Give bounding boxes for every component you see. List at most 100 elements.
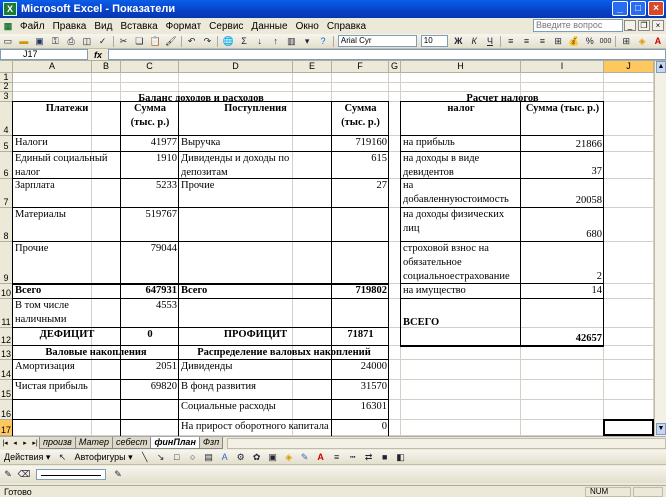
print-icon[interactable]: ⎙: [64, 35, 78, 48]
align-center-icon[interactable]: ≡: [520, 35, 534, 48]
worksheet-grid[interactable]: A B C D E F G H I J 1 2 3 4 5 6 7 8 9 10 11 12 13 14 15 16 17 Балан…: [0, 61, 654, 436]
tax-item-value[interactable]: 2: [521, 242, 604, 284]
distribution-item-name[interactable]: В фонд развития: [179, 380, 332, 400]
font-name-dropdown[interactable]: Arial Cyr: [337, 35, 417, 47]
first-sheet-arrow[interactable]: |◂: [0, 439, 10, 447]
receipt-sum-cell[interactable]: 27: [332, 179, 389, 208]
wordart-icon[interactable]: A: [218, 451, 232, 464]
scroll-up-arrow[interactable]: ▲: [656, 61, 666, 73]
eraser-icon[interactable]: ⌫: [17, 468, 31, 481]
tax-name-header[interactable]: налог: [401, 102, 521, 136]
hyperlink-icon[interactable]: 🌐: [221, 35, 235, 48]
receipts-total-label[interactable]: Всего: [179, 284, 332, 299]
maximize-button[interactable]: □: [630, 1, 646, 16]
line-icon[interactable]: ╲: [138, 451, 152, 464]
surplus-label[interactable]: ПРОФИЦИТ: [179, 328, 332, 346]
taxes-total-label[interactable]: ВСЕГО: [401, 299, 521, 346]
distribution-item-value[interactable]: 24000: [332, 360, 389, 380]
new-icon[interactable]: ▭: [1, 35, 15, 48]
payments-total-value[interactable]: 647931: [121, 284, 179, 299]
payments-total-label[interactable]: Всего: [13, 284, 121, 299]
receipt-name-cell[interactable]: Дивиденды и доходы по депозитам: [179, 152, 332, 179]
align-right-icon[interactable]: ≡: [535, 35, 549, 48]
gross-accumulation-title[interactable]: Валовые накопления: [13, 346, 179, 360]
3d-icon[interactable]: ◧: [394, 451, 408, 464]
name-box[interactable]: J17: [0, 49, 88, 60]
tax-item-value[interactable]: 680: [521, 208, 604, 242]
tax-sum-header[interactable]: Сумма (тыс. р.): [521, 102, 604, 136]
distribution-item-name[interactable]: Дивиденды: [179, 360, 332, 380]
select-objects-icon[interactable]: ↖: [55, 451, 69, 464]
payment-name-cell[interactable]: Материалы: [13, 208, 121, 242]
copy-icon[interactable]: ❏: [132, 35, 146, 48]
payment-sum-cell[interactable]: 519767: [121, 208, 179, 242]
minimize-button[interactable]: _: [612, 1, 628, 16]
tax-item-value[interactable]: 20058: [521, 179, 604, 208]
sheet-tab-mater[interactable]: Матер: [74, 437, 113, 449]
paste-icon[interactable]: 📋: [148, 35, 162, 48]
italic-button[interactable]: К: [467, 35, 481, 48]
column-header-c[interactable]: C: [121, 61, 179, 73]
tax-item-name[interactable]: на прибыль: [401, 136, 521, 152]
column-header-a[interactable]: A: [13, 61, 92, 73]
permission-icon[interactable]: ⚿: [48, 35, 62, 48]
gross-item-name[interactable]: Амортизация: [13, 360, 121, 380]
format-painter-icon[interactable]: 🖌: [164, 35, 178, 48]
distribution-title[interactable]: Распределение валовых накоплений: [179, 346, 389, 360]
insert-function-icon[interactable]: fx: [94, 50, 102, 60]
line-color-icon[interactable]: ✎: [298, 451, 312, 464]
menu-tools[interactable]: Сервис: [205, 21, 247, 32]
picture-icon[interactable]: ▣: [266, 451, 280, 464]
column-header-f[interactable]: F: [332, 61, 389, 73]
gross-item-value[interactable]: 69820: [121, 380, 179, 400]
sheet-tab-fzp[interactable]: Фзп: [198, 437, 224, 449]
save-icon[interactable]: ▣: [33, 35, 47, 48]
receipt-sum-cell[interactable]: 615: [332, 152, 389, 179]
vertical-scrollbar[interactable]: ▲ ▼: [654, 61, 666, 436]
merge-center-icon[interactable]: ⊞: [551, 35, 565, 48]
cut-icon[interactable]: ✂: [117, 35, 131, 48]
borders-icon[interactable]: ⊞: [619, 35, 633, 48]
menu-data[interactable]: Данные: [247, 21, 291, 32]
close-button[interactable]: ×: [648, 1, 664, 16]
tax-item-value[interactable]: 14: [521, 284, 604, 299]
receipts-total-value[interactable]: 719802: [332, 284, 389, 299]
oval-icon[interactable]: ○: [186, 451, 200, 464]
payment-name-cell[interactable]: Единый социальный налог: [13, 152, 121, 179]
tax-item-name[interactable]: строховой взнос на обязательное социальн…: [401, 242, 521, 284]
draw-fill-color-icon[interactable]: ◈: [282, 451, 296, 464]
cash-included-value[interactable]: 4553: [121, 299, 179, 328]
payment-sum-cell[interactable]: 5233: [121, 179, 179, 208]
scroll-down-arrow[interactable]: ▼: [656, 423, 666, 435]
payments-header[interactable]: Платежи: [13, 102, 121, 136]
diagram-icon[interactable]: ⚙: [234, 451, 248, 464]
receipt-name-cell[interactable]: Прочие: [179, 179, 332, 208]
gross-item-name[interactable]: Чистая прибыль: [13, 380, 121, 400]
distribution-item-name[interactable]: Социальные расходы: [179, 400, 332, 420]
receipts-header[interactable]: Поступления: [179, 102, 332, 136]
payments-sum-header[interactable]: Сумма (тыс. р.): [121, 102, 179, 136]
formula-input[interactable]: [108, 49, 666, 60]
gross-item-value[interactable]: 2051: [121, 360, 179, 380]
align-left-icon[interactable]: ≡: [504, 35, 518, 48]
sort-descending-icon[interactable]: ↑: [269, 35, 283, 48]
tax-item-name[interactable]: на доходы в виде девидентов: [401, 152, 521, 179]
tax-item-name[interactable]: на доходы физических лиц: [401, 208, 521, 242]
tax-item-value[interactable]: 21866: [521, 136, 604, 152]
doc-restore-button[interactable]: ❐: [638, 20, 650, 31]
bold-button[interactable]: Ж: [451, 35, 465, 48]
menu-help[interactable]: Справка: [323, 21, 370, 32]
excel-app-icon[interactable]: X: [3, 2, 17, 16]
deficit-label[interactable]: ДЕФИЦИТ: [13, 328, 121, 346]
column-header-h[interactable]: H: [401, 61, 521, 73]
payment-sum-cell[interactable]: 79044: [121, 242, 179, 284]
autosum-icon[interactable]: Σ: [237, 35, 251, 48]
arrow-icon[interactable]: ↘: [154, 451, 168, 464]
receipt-sum-cell[interactable]: [332, 208, 389, 242]
clipart-icon[interactable]: ✿: [250, 451, 264, 464]
receipt-name-cell[interactable]: [179, 208, 332, 242]
comma-style-button[interactable]: 000: [599, 35, 613, 48]
deficit-value[interactable]: 0: [121, 328, 179, 346]
menu-window[interactable]: Окно: [292, 21, 323, 32]
arrow-style-icon[interactable]: ⇄: [362, 451, 376, 464]
